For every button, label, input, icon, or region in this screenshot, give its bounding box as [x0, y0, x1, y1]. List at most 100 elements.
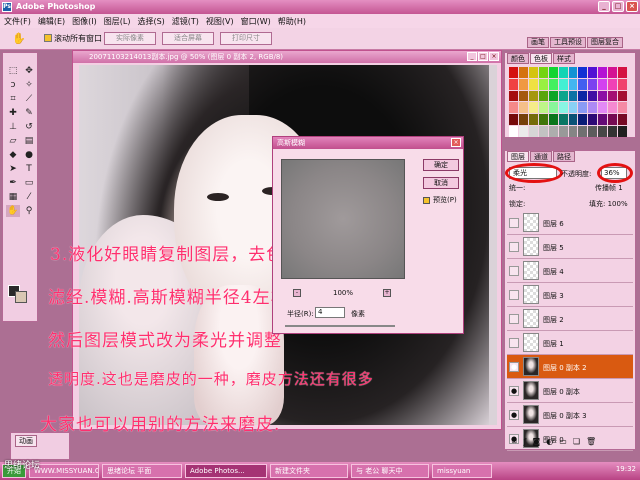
color-swatch[interactable] — [548, 102, 558, 114]
menu-layer[interactable]: 图层(L) — [104, 16, 131, 27]
tab-color[interactable]: 颜色 — [507, 53, 529, 64]
fit-screen-button[interactable]: 适合屏幕 — [162, 32, 214, 45]
color-swatch[interactable] — [538, 126, 548, 137]
color-swatch[interactable] — [509, 102, 518, 114]
color-swatch[interactable] — [528, 90, 538, 102]
color-swatch[interactable] — [558, 126, 568, 137]
color-swatch[interactable] — [568, 102, 578, 114]
new-layer-icon[interactable]: ❏ — [573, 437, 580, 449]
propagate-frame-checkbox[interactable]: 传播帧 1 — [595, 183, 623, 193]
layer-visibility-eye-icon[interactable] — [509, 218, 519, 228]
taskbar-item-missyuan[interactable]: missyuan — [432, 464, 492, 478]
color-swatch[interactable] — [518, 90, 528, 102]
menu-file[interactable]: 文件(F) — [4, 16, 31, 27]
lasso-tool-icon[interactable]: ↄ — [6, 79, 20, 91]
color-swatch[interactable] — [548, 114, 558, 126]
delete-layer-icon[interactable]: 🗑 — [586, 437, 596, 449]
color-swatch[interactable] — [509, 126, 518, 137]
ok-button[interactable]: 确定 — [423, 159, 459, 171]
taskbar-item-chat[interactable]: 与 老公 聊天中 — [351, 464, 429, 478]
color-swatch[interactable] — [598, 114, 608, 126]
tab-styles[interactable]: 样式 — [553, 53, 575, 64]
color-swatch[interactable] — [578, 102, 588, 114]
color-swatch[interactable] — [518, 78, 528, 90]
color-swatch[interactable] — [568, 126, 578, 137]
layer-row[interactable]: 图层 2 — [507, 307, 633, 331]
color-swatch[interactable] — [578, 114, 588, 126]
color-swatch[interactable] — [608, 102, 618, 114]
gradient-tool-icon[interactable]: ▤ — [22, 135, 36, 147]
color-swatch[interactable] — [538, 114, 548, 126]
color-swatch[interactable] — [528, 114, 538, 126]
radius-slider[interactable] — [285, 325, 395, 327]
menu-edit[interactable]: 编辑(E) — [38, 16, 65, 27]
close-button[interactable]: × — [626, 1, 638, 12]
tab-layers[interactable]: 图层 — [507, 151, 529, 162]
menu-view[interactable]: 视图(V) — [206, 16, 234, 27]
color-swatch[interactable] — [538, 102, 548, 114]
color-swatch[interactable] — [568, 67, 578, 78]
color-swatch[interactable] — [608, 126, 618, 137]
blur-preview[interactable] — [281, 159, 405, 279]
color-swatch[interactable] — [578, 126, 588, 137]
color-swatch[interactable] — [538, 90, 548, 102]
layer-visibility-eye-icon[interactable]: ● — [509, 362, 519, 372]
color-swatch[interactable] — [588, 126, 598, 137]
color-swatch[interactable] — [509, 114, 518, 126]
menu-image[interactable]: 图像(I) — [72, 16, 97, 27]
layer-row[interactable]: 图层 6 — [507, 211, 633, 235]
color-swatch[interactable] — [618, 90, 627, 102]
color-swatch[interactable] — [568, 114, 578, 126]
color-swatch[interactable] — [568, 90, 578, 102]
color-swatch[interactable] — [558, 114, 568, 126]
doc-minimize-button[interactable]: _ — [467, 52, 477, 61]
color-swatch[interactable] — [598, 102, 608, 114]
slice-tool-icon[interactable]: ⟋ — [22, 93, 36, 105]
color-swatch[interactable] — [558, 67, 568, 78]
color-swatch[interactable] — [518, 114, 528, 126]
menu-help[interactable]: 帮助(H) — [278, 16, 306, 27]
layer-visibility-eye-icon[interactable] — [509, 314, 519, 324]
color-swatch[interactable] — [558, 90, 568, 102]
layer-mask-icon[interactable]: ◙ — [533, 437, 541, 449]
layer-row[interactable]: 图层 3 — [507, 283, 633, 307]
scroll-all-checkbox[interactable] — [44, 34, 52, 42]
actual-pixels-button[interactable]: 实际像素 — [104, 32, 156, 45]
pen-tool-icon[interactable]: ✒ — [6, 177, 20, 189]
eraser-tool-icon[interactable]: ▱ — [6, 135, 20, 147]
swatch-grid[interactable] — [509, 67, 627, 137]
color-swatch[interactable] — [608, 78, 618, 90]
color-swatch[interactable] — [518, 126, 528, 137]
preview-checkbox[interactable] — [423, 197, 430, 204]
adjustment-layer-icon[interactable]: ◐ — [546, 437, 553, 449]
color-swatch[interactable] — [548, 78, 558, 90]
fill-input[interactable]: 100% — [608, 200, 628, 208]
layer-style-icon[interactable]: ƒ — [524, 437, 527, 449]
color-swatch[interactable] — [518, 102, 528, 114]
layer-row[interactable]: ● 图层 0 副本 2 — [507, 355, 633, 379]
color-swatch[interactable] — [548, 90, 558, 102]
color-swatch[interactable] — [578, 78, 588, 90]
color-swatch[interactable] — [538, 67, 548, 78]
color-swatch[interactable] — [608, 90, 618, 102]
color-swatch[interactable] — [578, 67, 588, 78]
color-swatch[interactable] — [608, 67, 618, 78]
tab-swatches[interactable]: 色板 — [530, 53, 552, 64]
color-swatch[interactable] — [578, 90, 588, 102]
color-swatch[interactable] — [618, 126, 627, 137]
hand-tool-icon[interactable]: ✋ — [6, 205, 20, 217]
color-swatch[interactable] — [618, 114, 627, 126]
new-group-icon[interactable]: ▭ — [559, 437, 567, 449]
zoom-tool-icon[interactable]: ⚲ — [22, 205, 36, 217]
layer-visibility-eye-icon[interactable] — [509, 290, 519, 300]
color-swatch[interactable] — [538, 78, 548, 90]
cancel-button[interactable]: 取消 — [423, 177, 459, 189]
color-swatch[interactable] — [608, 114, 618, 126]
eyedropper-tool-icon[interactable]: ⁄ — [22, 191, 36, 203]
color-swatch[interactable] — [618, 78, 627, 90]
tab-brushes[interactable]: 画笔 — [527, 37, 549, 48]
tab-paths[interactable]: 路径 — [553, 151, 575, 162]
link-layers-icon[interactable]: ∞ — [511, 437, 518, 449]
color-swatch[interactable] — [598, 90, 608, 102]
layer-row[interactable]: 图层 4 — [507, 259, 633, 283]
